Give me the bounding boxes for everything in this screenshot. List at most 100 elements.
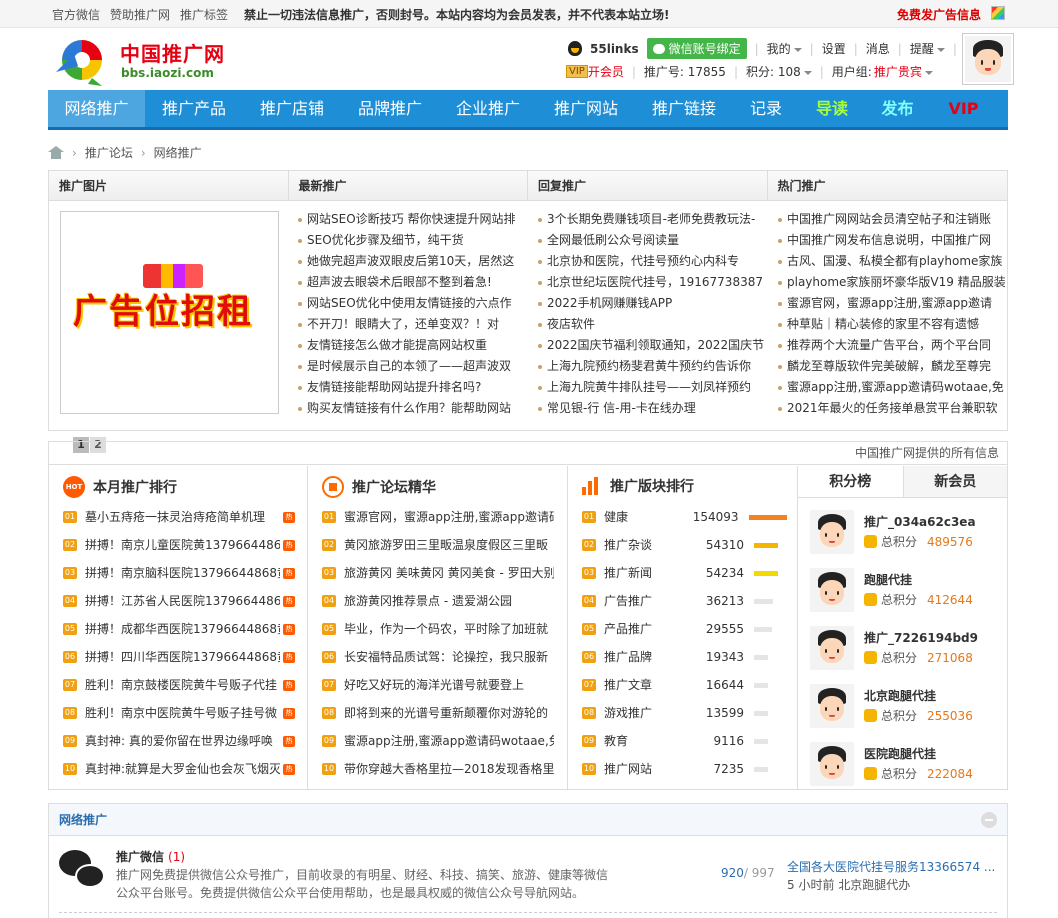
menu-my[interactable]: 我的 xyxy=(767,40,802,57)
hot-item[interactable]: 2021年最火的任务接单悬赏平台兼职软 xyxy=(777,398,1005,419)
nav-item-8[interactable]: 记录 xyxy=(733,90,799,127)
hot-item[interactable]: 蜜源app注册,蜜源app邀请码wotaae,免 xyxy=(777,377,1005,398)
nav-item-9[interactable]: 导读 xyxy=(799,90,865,127)
board-rank-item[interactable]: 09 教育 9116 xyxy=(582,727,787,755)
month-rank-item[interactable]: 03 拼搏！南京脑科医院13796644868黄热 xyxy=(63,559,295,587)
month-rank-item[interactable]: 01 墓小五痔疮一抹灵治痔疮简单机理 热 xyxy=(63,503,295,531)
forum-last-post-link[interactable]: 全国各大医院代挂号服务13366574 ... xyxy=(787,858,995,875)
skin-switch-icon[interactable] xyxy=(991,6,1005,20)
month-rank-item[interactable]: 02 拼搏！南京儿童医院黄13796644868 热 xyxy=(63,531,295,559)
points-menu[interactable]: 积分: 108 xyxy=(746,63,812,80)
menu-alerts[interactable]: 提醒 xyxy=(910,40,945,57)
essence-item[interactable]: 07 好吃又好玩的海洋光谱号就要登上 xyxy=(322,671,554,699)
wechat-forum-icon[interactable] xyxy=(59,850,107,892)
user-avatar[interactable] xyxy=(962,33,1014,85)
essence-item[interactable]: 10 带你穿越大香格里拉—2018发现香格里 xyxy=(322,755,554,783)
hot-item[interactable]: 推荐两个大流量广告平台，两个平台同 xyxy=(777,335,1005,356)
hot-item[interactable]: 蜜源官网，蜜源app注册,蜜源app邀请 xyxy=(777,293,1005,314)
hot-item[interactable]: 种草贴｜精心装修的家里不容有遗憾 xyxy=(777,314,1005,335)
nav-item-11[interactable]: VIP xyxy=(930,90,997,127)
hot-item[interactable]: 麟龙至尊版软件完美破解，麟龙至尊完 xyxy=(777,356,1005,377)
replies-item[interactable]: 上海九院预约杨斐君黄牛预约约告诉你 xyxy=(537,356,765,377)
essence-item[interactable]: 06 长安福特品质试驾：论操控，我只服新 xyxy=(322,643,554,671)
username-link[interactable]: 55links xyxy=(590,42,639,56)
top-link-sponsor[interactable]: 赞助推广网 xyxy=(110,6,170,23)
latest-item[interactable]: SEO优化步骤及细节，纯干货 xyxy=(297,230,525,251)
replies-item[interactable]: 2022国庆节福利领取通知，2022国庆节 xyxy=(537,335,765,356)
nav-item-5[interactable]: 企业推广 xyxy=(439,90,537,127)
member-name[interactable]: 医院跑腿代挂 xyxy=(864,745,936,762)
replies-item[interactable]: 3个长期免费赚钱项目-老师免费教玩法- xyxy=(537,209,765,230)
latest-item[interactable]: 网站SEO诊断技巧 帮你快速提升网站排 xyxy=(297,209,525,230)
essence-item[interactable]: 04 旅游黄冈推荐景点 - 遗爱湖公园 xyxy=(322,587,554,615)
promo-image-slider[interactable]: 广告位招租 1 2 xyxy=(60,211,279,453)
member-avatar[interactable] xyxy=(810,510,854,554)
replies-item[interactable]: 北京协和医院，代挂号预约心内科专 xyxy=(537,251,765,272)
board-rank-item[interactable]: 06 推广品牌 19343 xyxy=(582,643,787,671)
board-rank-item[interactable]: 01 健康 154093 xyxy=(582,503,787,531)
replies-item[interactable]: 上海九院黄牛排队挂号——刘凤祥预约 xyxy=(537,377,765,398)
board-rank-item[interactable]: 05 产品推广 29555 xyxy=(582,615,787,643)
latest-item[interactable]: 友情链接怎么做才能提高网站权重 xyxy=(297,335,525,356)
home-icon[interactable] xyxy=(48,146,64,159)
member-avatar[interactable] xyxy=(810,742,854,786)
board-rank-item[interactable]: 03 推广新闻 54234 xyxy=(582,559,787,587)
month-rank-item[interactable]: 10 真封神:就算是大罗金仙也会灰飞烟灭热 xyxy=(63,755,295,783)
board-rank-item[interactable]: 10 推广网站 7235 xyxy=(582,755,787,783)
nav-item-1[interactable]: 网络推广 xyxy=(48,90,145,127)
top-link-tags[interactable]: 推广标签 xyxy=(180,6,228,23)
menu-messages[interactable]: 消息 xyxy=(866,40,890,57)
essence-item[interactable]: 01 蜜源官网，蜜源app注册,蜜源app邀请码 xyxy=(322,503,554,531)
top-link-wechat[interactable]: 官方微信 xyxy=(52,6,100,23)
latest-item[interactable]: 友情链接能帮助网站提升排名吗? xyxy=(297,377,525,398)
latest-item[interactable]: 她做完超声波双眼皮后第10天，居然这 xyxy=(297,251,525,272)
tab-new-members[interactable]: 新会员 xyxy=(902,466,1007,497)
breadcrumb-current[interactable]: 网络推广 xyxy=(154,144,202,161)
board-rank-item[interactable]: 08 游戏推广 13599 xyxy=(582,699,787,727)
board-rank-item[interactable]: 02 推广杂谈 54310 xyxy=(582,531,787,559)
member-card[interactable]: 北京跑腿代挂 总积分 255036 xyxy=(810,684,1000,734)
month-rank-item[interactable]: 06 拼搏！四川华西医院13796644868黄热 xyxy=(63,643,295,671)
nav-item-2[interactable]: 推广产品 xyxy=(145,90,243,127)
nav-item-4[interactable]: 品牌推广 xyxy=(341,90,439,127)
month-rank-item[interactable]: 09 真封神: 真的爱你留在世界边缘呼唤热 xyxy=(63,727,295,755)
month-rank-item[interactable]: 05 拼搏！成都华西医院13796644868黄热 xyxy=(63,615,295,643)
member-name[interactable]: 推广_034a62c3ea xyxy=(864,513,976,530)
user-group-menu[interactable]: 推广贵宾 xyxy=(874,63,933,80)
member-card[interactable]: 跑腿代挂 总积分 412644 xyxy=(810,568,1000,618)
member-card[interactable]: 推广_7226194bd9 总积分 271068 xyxy=(810,626,1000,676)
forum-name-link[interactable]: 推广微信 xyxy=(116,850,164,864)
member-name[interactable]: 北京跑腿代挂 xyxy=(864,687,936,704)
nav-item-10[interactable]: 发布 xyxy=(865,90,930,127)
latest-item[interactable]: 超声波去眼袋术后眼部不整到着急! xyxy=(297,272,525,293)
menu-settings[interactable]: 设置 xyxy=(822,40,846,57)
essence-item[interactable]: 09 蜜源app注册,蜜源app邀请码wotaae,免 xyxy=(322,727,554,755)
free-ad-link[interactable]: 免费发广告信息 xyxy=(897,6,981,23)
month-rank-item[interactable]: 08 胜利！南京中医院黄牛号贩子挂号微热 xyxy=(63,699,295,727)
replies-item[interactable]: 常见银-行 信-用-卡在线办理 xyxy=(537,398,765,419)
board-rank-item[interactable]: 04 广告推广 36213 xyxy=(582,587,787,615)
member-avatar[interactable] xyxy=(810,684,854,728)
nav-item-7[interactable]: 推广链接 xyxy=(635,90,733,127)
open-vip-link[interactable]: 开会员 xyxy=(588,63,624,80)
latest-item[interactable]: 是时候展示自己的本领了——超声波双 xyxy=(297,356,525,377)
member-avatar[interactable] xyxy=(810,626,854,670)
site-logo-icon[interactable] xyxy=(52,32,112,88)
essence-item[interactable]: 05 毕业，作为一个码农，平时除了加班就 xyxy=(322,615,554,643)
member-name[interactable]: 跑腿代挂 xyxy=(864,571,912,588)
month-rank-item[interactable]: 07 胜利！南京鼓楼医院黄牛号贩子代挂热 xyxy=(63,671,295,699)
collapse-icon[interactable] xyxy=(981,812,997,828)
replies-item[interactable]: 北京世纪坛医院代挂号，19167738387 xyxy=(537,272,765,293)
replies-item[interactable]: 全网最低刷公众号阅读量 xyxy=(537,230,765,251)
member-card[interactable]: 医院跑腿代挂 总积分 222084 xyxy=(810,742,1000,792)
wechat-bind-button[interactable]: 微信账号绑定 xyxy=(646,38,747,59)
member-card[interactable]: 推广_034a62c3ea 总积分 489576 xyxy=(810,510,1000,560)
member-avatar[interactable] xyxy=(810,568,854,612)
board-rank-item[interactable]: 07 推广文章 16644 xyxy=(582,671,787,699)
tab-points-rank[interactable]: 积分榜 xyxy=(798,466,903,497)
nav-item-3[interactable]: 推广店铺 xyxy=(243,90,341,127)
hot-item[interactable]: 中国推广网发布信息说明，中国推广网 xyxy=(777,230,1005,251)
replies-item[interactable]: 2022手机网赚赚钱APP xyxy=(537,293,765,314)
hot-item[interactable]: 中国推广网网站会员清空帖子和注销账 xyxy=(777,209,1005,230)
hot-item[interactable]: playhome家族丽坏豪华版V19 精品服装 xyxy=(777,272,1005,293)
